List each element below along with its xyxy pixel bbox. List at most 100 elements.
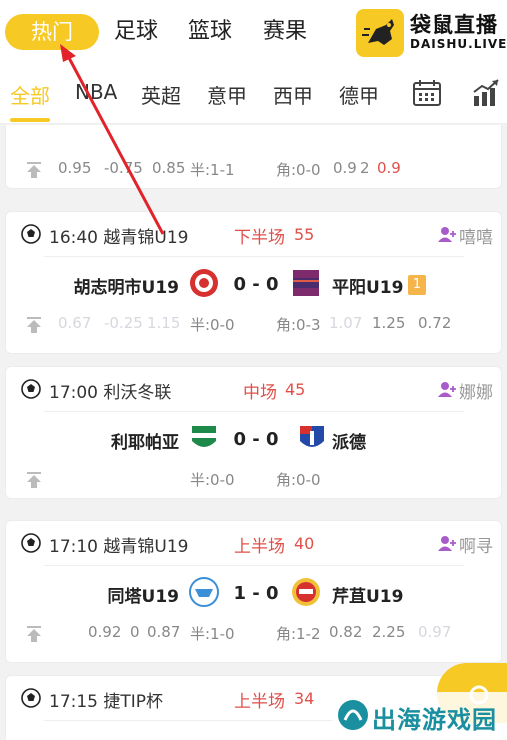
league-filter-bar: 全部 NBA 英超 意甲 西甲 德甲 xyxy=(0,66,507,124)
logo-text-cn: 袋鼠直播 xyxy=(410,13,498,37)
match-time-league: 17:10 越青锦U19 xyxy=(49,537,189,557)
home-team-badge-icon xyxy=(189,577,219,607)
anchor-name[interactable]: 娜娜 xyxy=(459,378,493,403)
match-header: 16:40 越青锦U19 下半场 55 嘻嘻 xyxy=(6,212,503,256)
match-card[interactable]: 16:40 越青锦U19 下半场 55 嘻嘻 胡志明市U19 0 - 0 平阳U… xyxy=(5,211,502,354)
match-status: 上半场 xyxy=(234,537,285,557)
corner-score: 角:0-0 xyxy=(276,471,321,489)
match-card[interactable]: 17:10 越青锦U19 上半场 40 啊寻 同塔U19 1 - 0 芹苴U19… xyxy=(5,520,502,663)
away-team-badge-icon xyxy=(292,578,320,606)
soccer-ball-icon xyxy=(21,688,41,708)
match-card-partial[interactable]: 0.95 -0.75 0.85 半:1-1 角:0-0 0.9 2 0.9 xyxy=(5,125,502,189)
odds-value: 0.9 xyxy=(333,159,357,177)
away-team-badge-icon xyxy=(293,270,319,296)
match-status: 中场 xyxy=(243,383,277,403)
match-status: 下半场 xyxy=(234,228,285,248)
pin-top-icon[interactable] xyxy=(25,161,43,179)
odds-value: 0.67 xyxy=(58,314,92,332)
home-team: 利耶帕亚 xyxy=(111,433,179,453)
anchor-user-icon xyxy=(438,227,456,242)
match-header: 17:10 越青锦U19 上半场 40 啊寻 xyxy=(6,521,503,565)
yellow-card-count: 1 xyxy=(408,275,426,295)
odds-value: 1.07 xyxy=(329,314,363,332)
odds-row: 0.95 -0.75 0.85 半:1-1 角:0-0 0.9 2 0.9 xyxy=(6,159,503,183)
odds-value: 0 xyxy=(130,623,140,641)
anchor-user-icon xyxy=(438,382,456,397)
divider xyxy=(44,256,464,257)
league-tab-la-liga[interactable]: 西甲 xyxy=(273,80,313,109)
match-time-league: 16:40 越青锦U19 xyxy=(49,228,189,248)
league-tab-nba[interactable]: NBA xyxy=(75,80,117,104)
odds-value: 1.25 xyxy=(372,314,406,332)
match-list[interactable]: 0.95 -0.75 0.85 半:1-1 角:0-0 0.9 2 0.9 16… xyxy=(0,125,507,740)
watermark-text: 出海游戏园 xyxy=(372,706,497,734)
match-score: 0 - 0 xyxy=(233,429,279,450)
match-card[interactable]: 17:00 利沃冬联 中场 45 娜娜 利耶帕亚 0 - 0 派德 半:0-0 … xyxy=(5,366,502,499)
anchor-name[interactable]: 啊寻 xyxy=(459,532,493,557)
soccer-ball-icon xyxy=(21,379,41,399)
match-minute: 45 xyxy=(285,380,306,399)
tab-hot[interactable]: 热门 xyxy=(5,14,99,50)
away-team: 平阳U19 xyxy=(332,278,404,298)
odds-value: 1.15 xyxy=(147,314,181,332)
half-time-score: 半:0-0 xyxy=(190,316,235,334)
match-minute: 40 xyxy=(294,534,315,553)
logo-text-en: DAISHU.LIVE xyxy=(410,37,507,51)
odds-value: 0.87 xyxy=(147,623,181,641)
pin-top-icon[interactable] xyxy=(25,625,43,643)
odds-row: 0.92 0 0.87 半:1-0 角:1-2 0.82 2.25 0.97 xyxy=(6,623,503,647)
top-nav-bar: 热门 足球 篮球 赛果 袋鼠直播 DAISHU.LIVE xyxy=(0,0,507,66)
watermark-logo-icon xyxy=(338,700,368,730)
odds-value: -0.75 xyxy=(104,159,143,177)
league-tab-bundesliga[interactable]: 德甲 xyxy=(339,80,379,109)
tab-basketball[interactable]: 篮球 xyxy=(188,14,232,50)
league-tab-premier-league[interactable]: 英超 xyxy=(141,80,181,109)
away-team: 芹苴U19 xyxy=(332,587,404,607)
odds-value: 0.95 xyxy=(58,159,92,177)
match-minute: 55 xyxy=(294,225,315,244)
match-score: 1 - 0 xyxy=(233,583,279,604)
calendar-icon[interactable] xyxy=(412,78,442,108)
anchor-user-icon xyxy=(438,536,456,551)
odds-value: 0.85 xyxy=(152,159,186,177)
corner-score: 角:0-0 xyxy=(276,161,321,179)
away-team: 派德 xyxy=(332,433,366,453)
match-header: 17:00 利沃冬联 中场 45 娜娜 xyxy=(6,367,503,411)
odds-row: 半:0-0 角:0-0 xyxy=(6,469,503,493)
match-score: 0 - 0 xyxy=(233,274,279,295)
soccer-ball-icon xyxy=(21,224,41,244)
pin-top-icon[interactable] xyxy=(25,471,43,489)
tab-football[interactable]: 足球 xyxy=(114,14,158,50)
half-time-score: 半:1-1 xyxy=(190,161,235,179)
match-minute: 34 xyxy=(294,689,315,708)
league-tab-serie-a[interactable]: 意甲 xyxy=(207,80,247,109)
match-time-league: 17:00 利沃冬联 xyxy=(49,383,172,403)
home-team-badge-icon xyxy=(192,426,216,447)
away-team-badge-icon xyxy=(300,426,324,447)
app-logo: 袋鼠直播 DAISHU.LIVE xyxy=(356,9,506,57)
odds-value: 0.97 xyxy=(418,623,452,641)
app-screen: 热门 足球 篮球 赛果 袋鼠直播 DAISHU.LIVE 全部 NBA 英超 意… xyxy=(0,0,507,740)
home-team: 同塔U19 xyxy=(107,587,179,607)
watermark: 出海游戏园 xyxy=(332,692,507,740)
odds-value: 2 xyxy=(360,159,370,177)
anchor-name[interactable]: 嘻嘻 xyxy=(459,223,493,248)
odds-row: 0.67 -0.25 1.15 半:0-0 角:0-3 1.07 1.25 0.… xyxy=(6,314,503,338)
league-tab-all[interactable]: 全部 xyxy=(10,80,50,109)
odds-value: 0.9 xyxy=(377,159,401,177)
pin-top-icon[interactable] xyxy=(25,316,43,334)
soccer-ball-icon xyxy=(21,533,41,553)
corner-score: 角:0-3 xyxy=(276,316,321,334)
odds-value: 2.25 xyxy=(372,623,406,641)
match-time-league: 17:15 捷TIP杯 xyxy=(49,692,164,712)
divider xyxy=(44,565,464,566)
odds-value: 0.72 xyxy=(418,314,452,332)
bar-chart-icon[interactable] xyxy=(471,78,501,108)
active-tab-indicator xyxy=(10,118,50,122)
odds-value: 0.82 xyxy=(329,623,363,641)
half-time-score: 半:1-0 xyxy=(190,625,235,643)
tab-results[interactable]: 赛果 xyxy=(263,14,307,50)
match-status: 上半场 xyxy=(234,692,285,712)
divider xyxy=(44,411,464,412)
home-team-badge-icon xyxy=(190,269,218,297)
